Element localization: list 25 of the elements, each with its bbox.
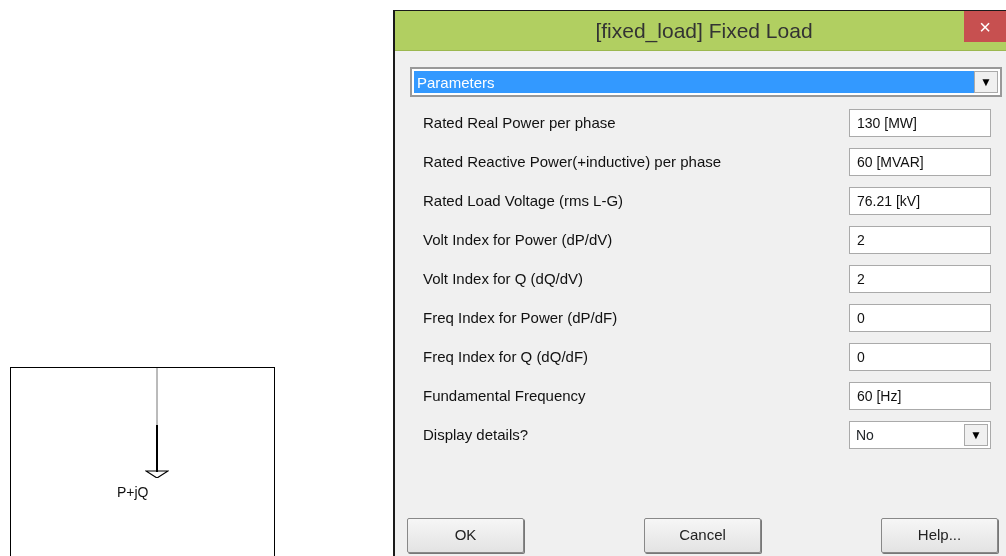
parameter-field[interactable]: 60 [MVAR]: [849, 148, 991, 176]
parameter-field[interactable]: 0: [849, 343, 991, 371]
parameter-label: Rated Load Voltage (rms L-G): [423, 190, 624, 211]
parameter-field[interactable]: 60 [Hz]: [849, 382, 991, 410]
dialog-button[interactable]: Help...: [881, 518, 998, 553]
window-title: [fixed_load] Fixed Load: [595, 17, 813, 45]
dialog-button[interactable]: Cancel: [644, 518, 761, 553]
load-label: P+jQ: [117, 485, 149, 499]
parameter-label: Freq Index for Q (dQ/dF): [423, 346, 589, 367]
parameter-label: Rated Real Power per phase: [423, 112, 616, 133]
parameter-label: Volt Index for Q (dQ/dV): [423, 268, 584, 289]
parameter-label: Fundamental Frequency: [423, 385, 586, 406]
parameter-label: Rated Reactive Power(+inductive) per phase: [423, 151, 722, 172]
parameter-field[interactable]: 130 [MW]: [849, 109, 991, 137]
close-button[interactable]: ×: [964, 11, 1006, 42]
dialog-button[interactable]: OK: [407, 518, 524, 553]
parameter-label: Freq Index for Power (dP/dF): [423, 307, 618, 328]
parameter-field[interactable]: 0: [849, 304, 991, 332]
parameter-label: Display details?: [423, 424, 529, 445]
parameter-dropdown[interactable]: No ▼: [849, 421, 991, 449]
section-dropdown[interactable]: Parameters ▼: [410, 67, 1002, 97]
parameter-field[interactable]: 76.21 [kV]: [849, 187, 991, 215]
parameter-field[interactable]: 2: [849, 265, 991, 293]
parameter-label: Volt Index for Power (dP/dV): [423, 229, 613, 250]
parameter-field[interactable]: 2: [849, 226, 991, 254]
